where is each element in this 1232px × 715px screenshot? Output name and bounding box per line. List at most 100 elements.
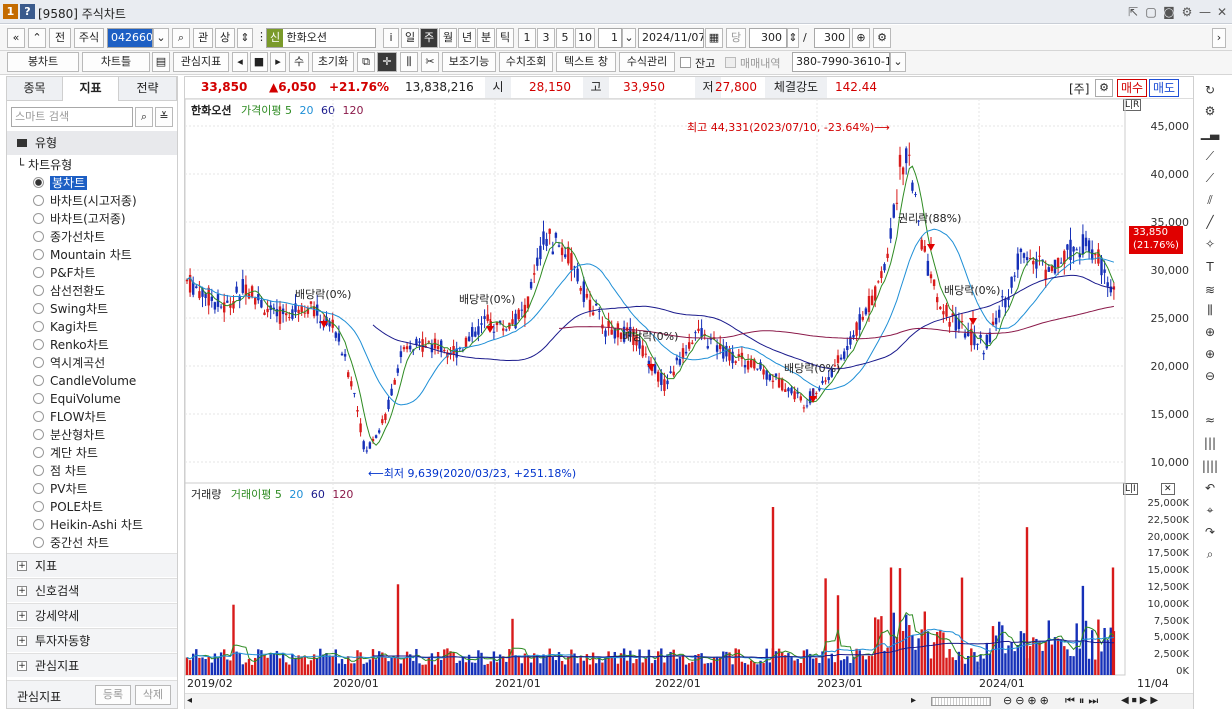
radio-icon[interactable]	[33, 267, 44, 278]
zoom-in-icon[interactable]: ⊕	[1199, 344, 1221, 364]
date-input[interactable]: 2024/11/07	[638, 28, 704, 48]
group-item[interactable]: + 강세약세	[7, 603, 177, 627]
sang-button[interactable]: 상	[215, 28, 235, 48]
period-day[interactable]: 일	[401, 28, 419, 48]
radio-icon[interactable]	[33, 249, 44, 260]
chart-type-option[interactable]: 바차트(시고저종)	[33, 192, 137, 210]
search-icon[interactable]: ⌕	[1199, 544, 1221, 564]
info-button[interactable]: i	[383, 28, 399, 48]
radio-icon[interactable]	[33, 483, 44, 494]
radio-icon[interactable]	[33, 231, 44, 242]
window-split-icon[interactable]: ⧉	[357, 52, 375, 72]
radio-icon[interactable]	[33, 447, 44, 458]
group-item[interactable]: + 지표	[7, 553, 177, 577]
chart-icon[interactable]: ▁▃	[1199, 123, 1221, 143]
radio-icon[interactable]	[33, 501, 44, 512]
chart-type-option[interactable]: 바차트(고저종)	[33, 210, 126, 228]
delete-button[interactable]: 삭제	[135, 685, 171, 705]
save-icon[interactable]: ▤	[152, 52, 170, 72]
chevron-down-icon[interactable]: ⌄	[890, 52, 906, 72]
chart-type-option[interactable]: Kagi차트	[33, 318, 98, 336]
gear-icon[interactable]: ⚙	[1178, 3, 1196, 21]
radio-icon[interactable]	[33, 195, 44, 206]
stop-icon[interactable]: ■	[250, 52, 268, 72]
tab-indicator[interactable]: 지표	[63, 77, 119, 101]
zoom-in-icon[interactable]: ⊕	[852, 28, 870, 48]
radio-icon[interactable]	[33, 339, 44, 350]
scroll-left-icon[interactable]: ◂	[187, 695, 192, 706]
total-count-input[interactable]: 300	[814, 28, 850, 48]
num-1-button[interactable]: 1	[518, 28, 536, 48]
search-icon[interactable]: ⌕	[135, 107, 153, 127]
radio-icon[interactable]	[33, 303, 44, 314]
zoom-icon[interactable]: ⊕	[1199, 322, 1221, 342]
tab-stock[interactable]: 종목	[7, 77, 63, 101]
group-item[interactable]: + 관심지표	[7, 653, 177, 677]
up-icon[interactable]: ⌃	[28, 28, 46, 48]
stock-name-field[interactable]: 신 한화오션	[266, 28, 376, 48]
chart-type-option[interactable]: POLE차트	[33, 498, 103, 516]
radio-icon[interactable]	[33, 321, 44, 332]
expand-icon[interactable]: ›	[1212, 28, 1226, 48]
radio-icon[interactable]	[33, 213, 44, 224]
ray-icon[interactable]: ⟋	[1199, 168, 1221, 188]
chart-type-option[interactable]: 중간선 차트	[33, 534, 109, 552]
su-button[interactable]: 수	[289, 52, 309, 72]
buy-button[interactable]: 매수	[1117, 79, 1147, 97]
trade-history-checkbox[interactable]: 매매내역	[725, 55, 780, 71]
candle-icon[interactable]: ⫼	[1199, 300, 1221, 320]
line-icon[interactable]: ╱	[1199, 212, 1221, 232]
auto-icon[interactable]: ✧	[1199, 234, 1221, 254]
help-icon[interactable]: ?	[20, 4, 35, 19]
chart-type-option[interactable]: 역시계곡선	[33, 354, 105, 372]
sell-button[interactable]: 매도	[1149, 79, 1179, 97]
register-button[interactable]: 등록	[95, 685, 131, 705]
collapse-icon[interactable]: ≚	[155, 107, 173, 127]
prev-button[interactable]: 전	[49, 28, 71, 48]
indicator-button[interactable]: 관심지표	[173, 52, 229, 72]
text-icon[interactable]: T	[1199, 257, 1221, 277]
expand-icon[interactable]: +	[17, 586, 27, 596]
playback-controls[interactable]: ⏮⏸⏭	[1065, 694, 1102, 708]
camera-icon[interactable]: ◙	[1160, 3, 1178, 21]
wave-icon[interactable]: ≈	[1199, 410, 1221, 430]
account-select[interactable]: 380-7990-3610-1	[792, 52, 890, 72]
chart-type-option[interactable]: 점 차트	[33, 462, 87, 480]
fibo-icon[interactable]: ≋	[1199, 280, 1221, 300]
chart-type-option[interactable]: Swing차트	[33, 300, 108, 318]
window-icon[interactable]: ▢	[1142, 3, 1160, 21]
chart-type-option[interactable]: PV차트	[33, 480, 88, 498]
channel-icon[interactable]: ⫽	[1199, 190, 1221, 210]
calendar-icon[interactable]: ▦	[705, 28, 723, 48]
redo-icon[interactable]: ↷	[1199, 522, 1221, 542]
chart-type-option[interactable]: 계단 차트	[33, 444, 98, 462]
chart-type-option[interactable]: 분산형차트	[33, 426, 105, 444]
left-arrow-icon[interactable]: ◂	[232, 52, 248, 72]
chart-type-option[interactable]: 종가선차트	[33, 228, 105, 246]
dang-button[interactable]: 당	[726, 28, 746, 48]
chart-type-option[interactable]: 삼선전환도	[33, 282, 105, 300]
num-5-button[interactable]: 5	[556, 28, 574, 48]
chart-type-option[interactable]: Mountain 차트	[33, 246, 132, 264]
undo-icon[interactable]: ↶	[1199, 478, 1221, 498]
chart-frame-button[interactable]: 차트틀	[82, 52, 150, 72]
pin-icon[interactable]: ⇱	[1124, 3, 1142, 21]
zoom-controls[interactable]: ⊖⊖⊕⊕	[1003, 694, 1052, 707]
chart-type-option[interactable]: Heikin-Ashi 차트	[33, 516, 143, 534]
bars-icon[interactable]: ||||	[1199, 456, 1221, 476]
gear-icon[interactable]: ⚙	[1199, 101, 1221, 121]
period-year[interactable]: 년	[458, 28, 476, 48]
num-lookup-button[interactable]: 수치조회	[499, 52, 553, 72]
tab-strategy[interactable]: 전략	[119, 77, 177, 101]
reset-button[interactable]: 초기화	[312, 52, 354, 72]
radio-icon[interactable]	[33, 177, 44, 188]
radio-icon[interactable]	[33, 519, 44, 530]
display-count-input[interactable]: 300	[749, 28, 787, 48]
chart-type-option[interactable]: P&F차트	[33, 264, 96, 282]
right-arrow-icon[interactable]: ▸	[270, 52, 286, 72]
radio-icon[interactable]	[33, 411, 44, 422]
radio-icon[interactable]	[33, 357, 44, 368]
chart-type-option[interactable]: FLOW차트	[33, 408, 107, 426]
chart-type-option[interactable]: CandleVolume	[33, 372, 136, 390]
num-3-button[interactable]: 3	[537, 28, 555, 48]
